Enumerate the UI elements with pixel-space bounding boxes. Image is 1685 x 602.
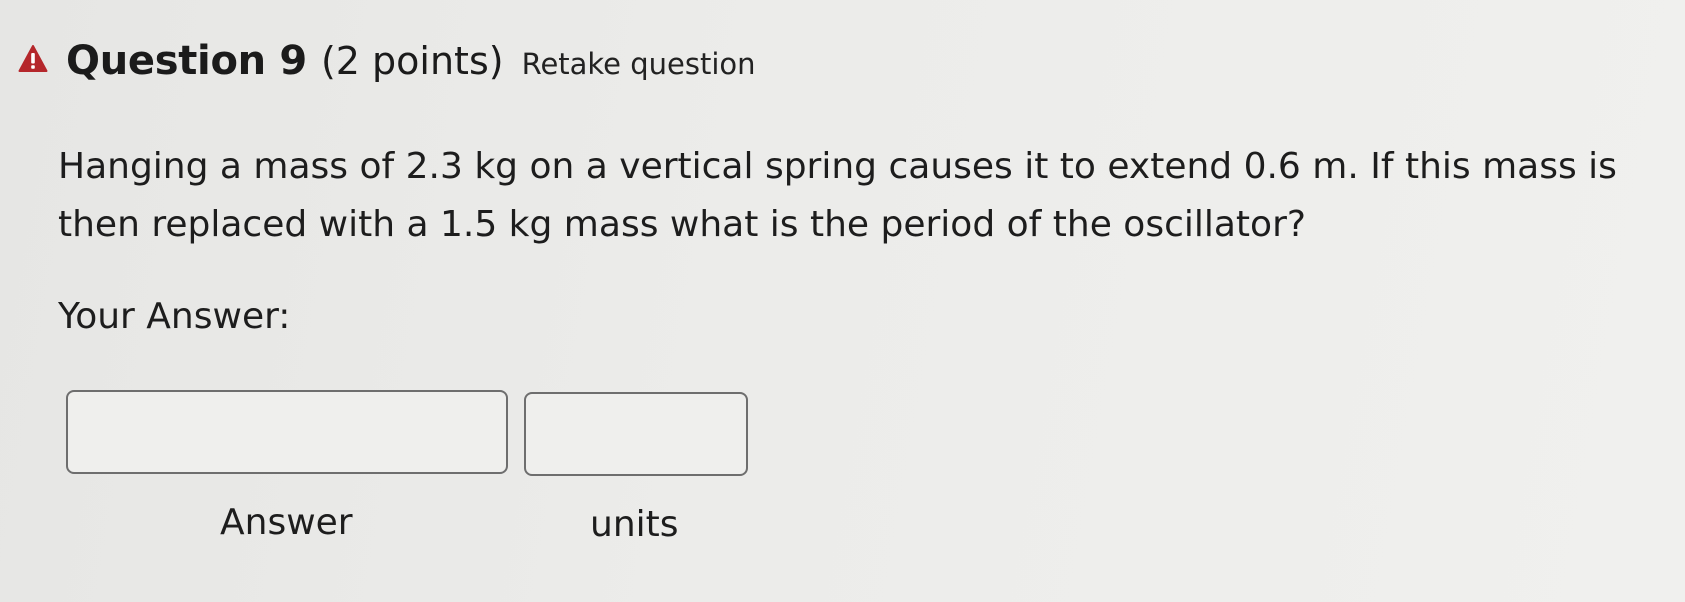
question-text: Hanging a mass of 2.3 kg on a vertical s… bbox=[58, 146, 1617, 245]
your-answer-label: Your Answer: bbox=[58, 296, 291, 337]
warning-triangle-icon bbox=[18, 45, 48, 72]
answer-input[interactable] bbox=[66, 390, 508, 474]
units-input[interactable] bbox=[524, 392, 748, 476]
retake-question-link[interactable]: Retake question bbox=[522, 47, 756, 81]
question-points: (2 points) bbox=[320, 39, 504, 83]
quiz-question-page: Question 9 (2 points) Retake question Ha… bbox=[0, 0, 1685, 602]
question-header: Question 9 (2 points) Retake question bbox=[18, 38, 756, 84]
answer-field-label: Answer bbox=[220, 502, 353, 543]
question-title: Question 9 bbox=[66, 38, 307, 84]
units-field-label: units bbox=[590, 504, 679, 545]
